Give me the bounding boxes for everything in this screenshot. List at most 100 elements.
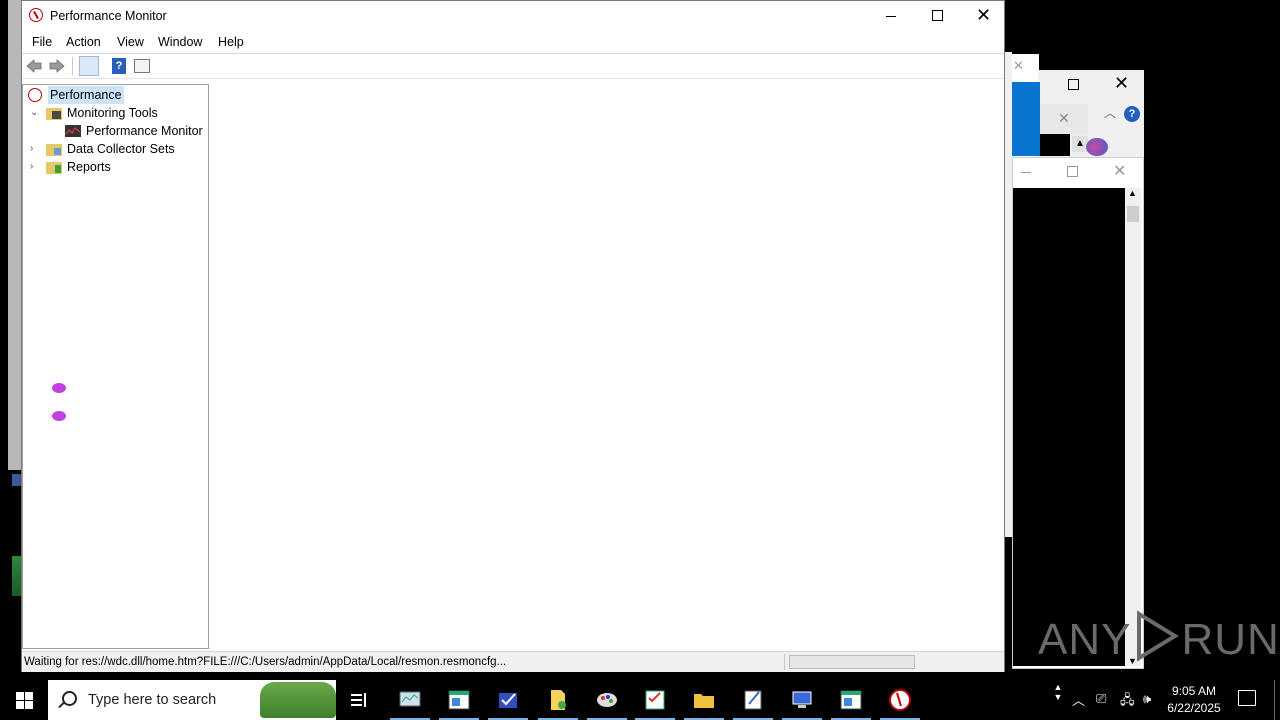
status-separator [784,654,785,670]
toolbar: ? [22,54,1004,79]
console-tree-icon[interactable] [79,56,99,76]
checklist-icon [499,693,517,708]
watermark-logo: ANY RUN [1038,610,1280,665]
chevron-right-icon[interactable]: › [30,158,40,176]
close-icon: ✕ [976,5,992,25]
taskbar-app-resource-monitor[interactable] [390,688,430,720]
title-bar: ✕ [1013,158,1143,186]
search-input[interactable]: Type here to search [48,680,336,720]
performance-gauge-icon [29,8,43,22]
performance-monitor-window: Performance Monitor ✕ File Action View W… [21,0,1005,672]
search-placeholder: Type here to search [88,692,217,708]
toolbar-separator [72,57,73,75]
close-icon[interactable]: ✕ [1114,73,1129,94]
clock-time[interactable]: 9:05 AM [1164,684,1224,698]
close-button[interactable]: ✕ [960,1,1006,31]
windows-logo-icon [16,701,24,709]
task-view-icon[interactable] [350,692,368,708]
document-search-icon [551,690,566,710]
taskbar-app-editor[interactable] [733,688,773,720]
details-pane [211,84,1004,649]
taskbar-app-file-explorer[interactable] [684,688,724,720]
vertical-scrollbar[interactable]: ▲ ▼ [1125,188,1141,666]
folder-reports-icon [46,162,62,174]
console-tree: Performance ⌄ Monitoring Tools Performan… [22,84,209,649]
minimize-button[interactable] [868,1,914,31]
maximize-button[interactable] [914,1,960,31]
folder-data-icon [46,144,62,156]
task-list-icon [645,690,665,710]
notepad-icon [744,690,762,710]
maximize-icon[interactable] [1068,79,1079,90]
action-pane-icon[interactable] [134,59,150,73]
device-icon[interactable]: ⎚ [1096,691,1112,707]
taskbar-app-file[interactable] [538,688,578,720]
chevron-down-icon[interactable]: ⌄ [30,104,40,122]
clock-date[interactable]: 6/22/2025 [1160,701,1228,715]
performance-gauge-icon [28,88,42,102]
chevron-up-icon[interactable]: ︿ [1104,104,1116,121]
loading-indicator-icon [52,411,66,421]
taskbar-app-paint[interactable] [587,688,627,720]
notification-icon[interactable] [1238,690,1256,706]
search-icon [62,691,77,706]
taskbar: Type here to search ▲ ▼ ︿ ⎚ 🖧 🕪 9:05 AM 6… [0,680,1280,720]
tray-scroll-icon[interactable]: ▲ ▼ [1052,682,1064,718]
taskbar-app-checklist-2[interactable] [635,688,675,720]
folder-icon [694,694,714,708]
help-icon[interactable]: ? [112,58,126,74]
menu-file[interactable]: File [32,35,52,49]
taskbar-app-window[interactable] [439,688,479,720]
scroll-up-icon[interactable]: ▲ [1128,188,1137,198]
forward-arrow-icon[interactable] [49,58,65,74]
windows-logo-icon [16,692,24,700]
background-window: ✕ ▲ ▼ [1012,157,1144,669]
folder-tools-icon [46,108,62,120]
close-icon[interactable]: ✕ [1058,110,1070,127]
search-highlight-image [260,682,336,718]
taskbar-app-checklist[interactable] [488,688,528,720]
title-bar[interactable]: Performance Monitor ✕ [22,1,1004,31]
close-icon[interactable]: ✕ [1113,161,1126,181]
taskbar-app-performance-monitor[interactable] [880,688,920,720]
play-logo-icon [1137,610,1180,662]
watermark-text: ANY [1038,615,1132,664]
show-desktop-button[interactable] [1274,680,1275,720]
status-bar: Waiting for res://wdc.dll/home.htm?FILE:… [22,651,1004,672]
network-icon[interactable]: 🖧 [1120,691,1136,707]
menu-help[interactable]: Help [218,35,244,49]
app-window-icon [448,690,470,710]
window-edge [1005,52,1012,537]
volume-icon[interactable]: 🕪 [1143,691,1159,707]
tree-item-label: Monitoring Tools [67,106,158,120]
chevron-right-icon[interactable]: › [30,140,40,158]
background-window-content [1013,188,1125,666]
tree-item-label: Reports [67,160,111,174]
windows-logo-icon [25,692,33,700]
background-window-panel [1012,82,1040,156]
background-window-edge [8,0,21,470]
help-icon[interactable]: ? [1124,106,1140,122]
watermark-text: RUN [1181,615,1280,664]
taskbar-app-network[interactable] [782,688,822,720]
background-tab[interactable]: ✕ [1040,104,1088,134]
resource-monitor-icon [399,691,421,707]
chart-monitor-icon [65,125,81,137]
minimize-icon[interactable] [1021,172,1031,173]
tree-item-label: Performance Monitor [86,124,203,138]
scroll-thumb[interactable] [1127,206,1139,222]
tree-item-label: Data Collector Sets [67,142,175,156]
chevron-up-icon[interactable]: ︿ [1072,690,1085,709]
windows-logo-icon [25,701,33,709]
back-arrow-icon[interactable] [26,58,42,74]
maximize-icon [932,10,943,21]
taskbar-app-window-2[interactable] [831,688,871,720]
maximize-icon[interactable] [1067,166,1078,177]
network-computer-icon [792,691,812,708]
menu-action[interactable]: Action [66,35,101,49]
start-button[interactable] [0,680,48,720]
menu-window[interactable]: Window [158,35,202,49]
window-title: Performance Monitor [50,9,167,23]
menu-view[interactable]: View [117,35,144,49]
close-icon[interactable]: ✕ [1013,58,1024,74]
